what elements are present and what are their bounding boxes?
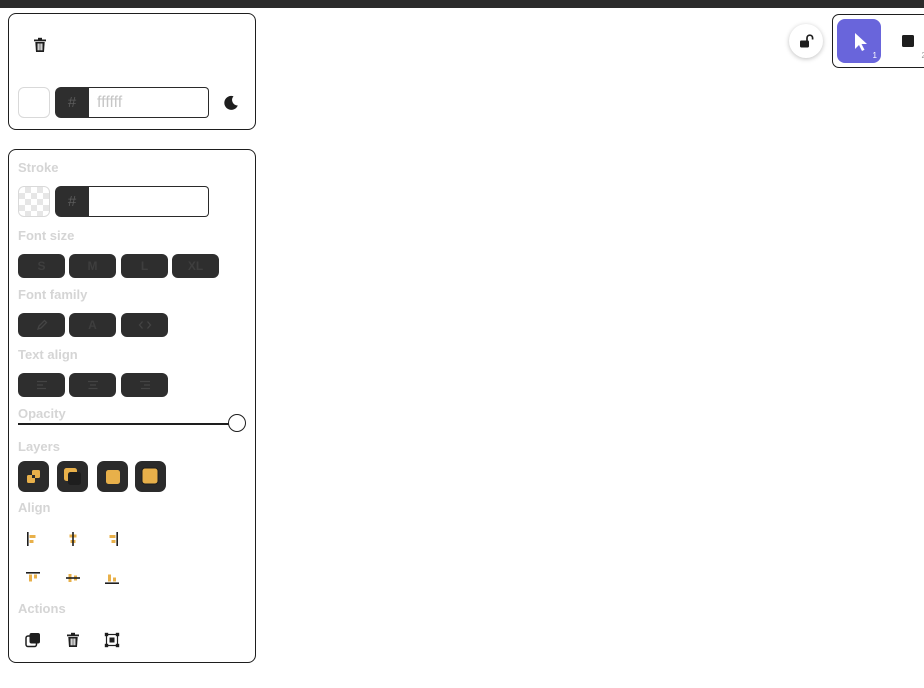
pencil-icon bbox=[36, 319, 47, 331]
lock-tool-button[interactable] bbox=[789, 24, 823, 58]
properties-panel: Stroke # Font size S M L XL Font family … bbox=[8, 149, 256, 663]
bring-to-front-button[interactable] bbox=[135, 461, 166, 492]
send-to-back-icon bbox=[27, 470, 40, 483]
duplicate-button[interactable] bbox=[22, 629, 44, 651]
group-button[interactable] bbox=[101, 629, 123, 651]
shapes-toolbar: 1 2 bbox=[832, 14, 924, 68]
align-vertical-center-button[interactable] bbox=[62, 567, 84, 589]
window-top-bar bbox=[0, 0, 924, 8]
stroke-label: Stroke bbox=[18, 160, 59, 175]
align-right-edge-button[interactable] bbox=[101, 528, 123, 550]
align-right-edge-icon bbox=[109, 532, 118, 546]
send-backward-button[interactable] bbox=[57, 461, 88, 492]
font-size-xl-button[interactable]: XL bbox=[172, 254, 219, 278]
opacity-slider-track[interactable] bbox=[18, 423, 230, 425]
selection-tool-button[interactable]: 1 bbox=[837, 19, 881, 63]
background-color-input[interactable] bbox=[89, 87, 209, 118]
code-icon bbox=[138, 321, 151, 329]
align-top-edge-button[interactable] bbox=[22, 567, 44, 589]
font-family-handdrawn-button[interactable] bbox=[18, 313, 65, 337]
align-bottom-edge-icon bbox=[105, 574, 119, 584]
font-family-label: Font family bbox=[18, 287, 88, 302]
moon-icon bbox=[224, 95, 238, 110]
bring-forward-icon bbox=[106, 470, 120, 484]
align-left-edge-button[interactable] bbox=[22, 528, 44, 550]
text-align-left-button[interactable] bbox=[18, 373, 65, 397]
font-size-label: Font size bbox=[18, 228, 75, 243]
canvas-settings-panel: # bbox=[8, 13, 256, 130]
opacity-label: Opacity bbox=[18, 406, 66, 421]
background-hash-prefix: # bbox=[55, 87, 89, 118]
align-right-icon bbox=[139, 380, 150, 390]
font-family-normal-button[interactable]: A bbox=[69, 313, 116, 337]
trash-icon bbox=[34, 37, 46, 52]
square-icon bbox=[902, 35, 914, 47]
trash-icon bbox=[67, 632, 79, 647]
font-size-s-button[interactable]: S bbox=[18, 254, 65, 278]
align-top-edge-icon bbox=[26, 572, 40, 582]
send-to-back-button[interactable] bbox=[18, 461, 49, 492]
align-bottom-edge-button[interactable] bbox=[101, 567, 123, 589]
stroke-color-swatch[interactable] bbox=[18, 186, 50, 217]
layers-label: Layers bbox=[18, 439, 60, 454]
delete-button[interactable] bbox=[29, 34, 51, 56]
theme-toggle-button[interactable] bbox=[219, 91, 243, 115]
align-horizontal-center-icon bbox=[69, 532, 77, 546]
background-color-swatch[interactable] bbox=[18, 87, 50, 118]
stroke-color-input[interactable] bbox=[89, 186, 209, 217]
send-backward-icon bbox=[64, 468, 81, 485]
unlock-icon bbox=[800, 34, 814, 48]
align-left-icon bbox=[36, 380, 47, 390]
align-horizontal-center-button[interactable] bbox=[62, 528, 84, 550]
selection-tool-shortcut: 1 bbox=[872, 51, 877, 60]
text-align-right-button[interactable] bbox=[121, 373, 168, 397]
actions-label: Actions bbox=[18, 601, 66, 616]
align-vertical-center-icon bbox=[66, 574, 80, 582]
stroke-hash-prefix: # bbox=[55, 186, 89, 217]
duplicate-icon bbox=[25, 633, 40, 648]
bring-to-front-icon bbox=[141, 467, 159, 485]
align-left-edge-icon bbox=[27, 532, 36, 546]
rectangle-tool-button[interactable]: 2 bbox=[886, 19, 924, 63]
opacity-slider-thumb[interactable] bbox=[228, 414, 246, 432]
delete-element-button[interactable] bbox=[62, 629, 84, 651]
group-icon bbox=[104, 632, 120, 648]
font-family-code-button[interactable] bbox=[121, 313, 168, 337]
font-size-l-button[interactable]: L bbox=[121, 254, 168, 278]
text-align-label: Text align bbox=[18, 347, 78, 362]
bring-forward-button[interactable] bbox=[97, 461, 128, 492]
text-align-center-button[interactable] bbox=[69, 373, 116, 397]
align-center-icon bbox=[87, 380, 98, 390]
align-label: Align bbox=[18, 500, 51, 515]
font-size-m-button[interactable]: M bbox=[69, 254, 116, 278]
